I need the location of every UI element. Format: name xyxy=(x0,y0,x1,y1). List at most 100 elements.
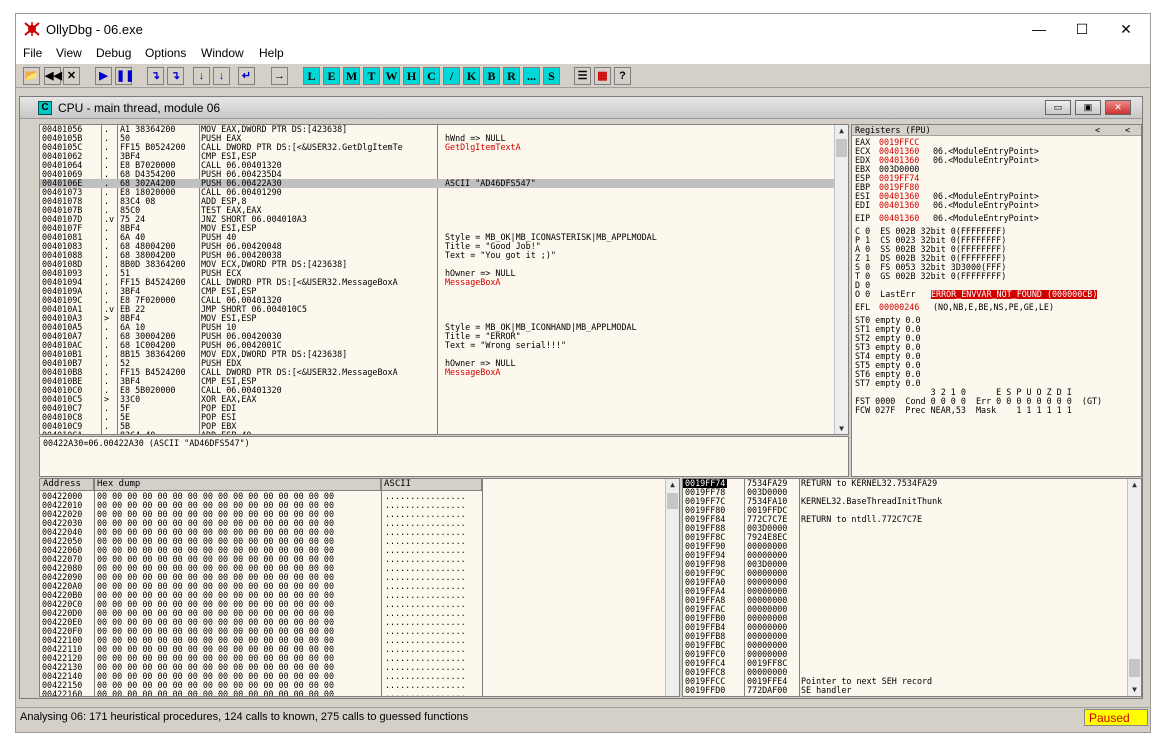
call-stack-window-button[interactable]: K xyxy=(463,67,480,85)
help-icon[interactable]: ? xyxy=(614,67,631,85)
register-note: 06.<ModuleEntryPoint> xyxy=(933,155,1039,165)
step-into-icon[interactable]: ↴ xyxy=(147,67,164,85)
cpu-icon: C xyxy=(38,101,52,115)
maximize-button[interactable]: ☐ xyxy=(1059,14,1105,44)
memory-window-button[interactable]: M xyxy=(343,67,360,85)
disasm-instruction: CALL DWORD PTR DS:[<&USER32.GetDlgItemTe xyxy=(201,143,403,152)
dump-hex-header[interactable]: Hex dump xyxy=(94,479,381,491)
register-note: 06.<ModuleEntryPoint> xyxy=(933,213,1039,223)
cpu-close-button[interactable]: ✕ xyxy=(1105,100,1131,115)
minimize-button[interactable]: — xyxy=(1016,14,1062,44)
modules-window-button[interactable]: E xyxy=(323,67,340,85)
disasm-row[interactable]: 004010C0. E8 5B020000 CALL 06.00401320 xyxy=(40,386,835,395)
flag-row[interactable]: T 0 GS 002B 32bit 0(FFFFFFFF) xyxy=(855,272,1141,281)
windows-window-button[interactable]: W xyxy=(383,67,400,85)
scroll-up-icon[interactable]: ▲ xyxy=(835,125,848,137)
registers-next-icon[interactable]: < xyxy=(1125,126,1130,135)
cpu-window-button[interactable]: C xyxy=(423,67,440,85)
ollydbg-bug-icon xyxy=(24,22,40,36)
disasm-row[interactable]: 004010C7. 5F POP EDI xyxy=(40,404,835,413)
disasm-row[interactable]: 004010B8. FF15 B4524200 CALL DWORD PTR DS:… xyxy=(40,368,835,377)
scroll-up-icon[interactable]: ▲ xyxy=(666,479,679,491)
disasm-instruction: PUSH 40 xyxy=(201,233,237,242)
list-icon[interactable]: ☰ xyxy=(574,67,591,85)
disasm-row[interactable]: 00401094. FF15 B4524200 CALL DWORD PTR DS:… xyxy=(40,278,835,287)
disasm-row[interactable]: 004010A3 >8BF4 MOV ESI,ESP xyxy=(40,314,835,323)
register-row[interactable]: EIP 00401360 06.<ModuleEntryPoint> xyxy=(855,214,1141,223)
hex-dump-pane[interactable]: Address Hex dump ASCII 00422000 00 00 00 … xyxy=(39,478,680,697)
close-program-icon[interactable]: ✕ xyxy=(63,67,80,85)
dump-row[interactable]: 00422160 00 00 00 00 00 00 00 00 00 00 00… xyxy=(40,690,665,697)
disasm-row[interactable]: 00401056. A1 38364200 MOV EAX,DWORD PTR DS… xyxy=(40,125,835,134)
references-window-button[interactable]: R xyxy=(503,67,520,85)
menu-window[interactable]: Window xyxy=(201,46,244,60)
appearance-icon[interactable]: ▦ xyxy=(594,67,611,85)
disassembly-scrollbar[interactable]: ▲ ▼ xyxy=(834,125,848,434)
disassembly-pane[interactable]: 00401056. A1 38364200 MOV EAX,DWORD PTR DS… xyxy=(39,124,849,435)
menu-view[interactable]: View xyxy=(56,46,82,60)
menu-options[interactable]: Options xyxy=(145,46,186,60)
disasm-row[interactable]: 0040107F. 8BF4 MOV ESI,ESP xyxy=(40,224,835,233)
scroll-thumb[interactable] xyxy=(667,493,678,509)
stack-row[interactable]: 0019FFD0 772DAF00 SE handler xyxy=(683,686,1128,695)
pause-icon[interactable]: ❚❚ xyxy=(115,67,134,85)
go-to-icon[interactable]: → xyxy=(271,67,288,85)
disasm-row[interactable]: 0040109C. E8 7F020000 CALL 06.00401320 xyxy=(40,296,835,305)
threads-window-button[interactable]: T xyxy=(363,67,380,85)
disasm-row[interactable]: 00401078. 83C4 08 ADD ESP,8 xyxy=(40,197,835,206)
disasm-row[interactable]: 004010B1. 8B15 38364200 MOV EDX,DWORD PTR … xyxy=(40,350,835,359)
disasm-instruction: PUSH 06.0042001C xyxy=(201,341,282,350)
disasm-row[interactable]: 004010CA. 83C4 40 ADD ESP,40 xyxy=(40,431,835,435)
restart-icon[interactable]: ◀◀ xyxy=(44,67,62,85)
log-window-button[interactable]: L xyxy=(303,67,320,85)
efl-row[interactable]: EFL 00000246 (NO,NB,E,BE,NS,PE,GE,LE) xyxy=(855,303,1141,312)
menu-file[interactable]: File xyxy=(23,46,42,60)
breakpoints-window-button[interactable]: B xyxy=(483,67,500,85)
step-over-icon[interactable]: ↴ xyxy=(167,67,184,85)
dump-ascii-header[interactable]: ASCII xyxy=(381,479,482,491)
disasm-instruction: POP EDI xyxy=(201,404,237,413)
register-row[interactable]: EDI 00401360 06.<ModuleEntryPoint> xyxy=(855,201,1141,210)
scroll-up-icon[interactable]: ▲ xyxy=(1128,479,1141,491)
handles-window-button[interactable]: H xyxy=(403,67,420,85)
stack-pane[interactable]: 0019FF74 7534FA29 RETURN to KERNEL32.7534F… xyxy=(682,478,1142,697)
disasm-row[interactable]: 0040107D .v 75 24 JNZ SHORT 06.004010A3 xyxy=(40,215,835,224)
trace-into-icon[interactable]: ↓ xyxy=(193,67,210,85)
disasm-row[interactable]: 004010C8. 5E POP ESI xyxy=(40,413,835,422)
menu-help[interactable]: Help xyxy=(259,46,284,60)
scroll-down-icon[interactable]: ▼ xyxy=(1128,684,1141,696)
scroll-down-icon[interactable]: ▼ xyxy=(835,423,848,434)
cpu-restore-button[interactable]: ▣ xyxy=(1075,100,1101,115)
fpu-row[interactable]: FCW 027F Prec NEAR,53 Mask 1 1 1 1 1 1 xyxy=(855,406,1141,415)
dump-scrollbar[interactable]: ▲ xyxy=(665,479,679,696)
disasm-comment: ASCII "AD46DFS547" xyxy=(445,178,536,188)
open-file-icon[interactable]: 📂 xyxy=(23,67,40,85)
execute-till-return-icon[interactable]: ↵ xyxy=(238,67,255,85)
patches-window-button[interactable]: / xyxy=(443,67,460,85)
scroll-thumb[interactable] xyxy=(836,139,847,157)
disasm-row[interactable]: 004010C5 >33C0 XOR EAX,EAX xyxy=(40,395,835,404)
disasm-row[interactable]: 0040107B. 85C0 TEST EAX,EAX xyxy=(40,206,835,215)
disasm-instruction: PUSH ECX xyxy=(201,269,242,278)
disasm-row[interactable]: 0040105C. FF15 B0524200 CALL DWORD PTR DS:… xyxy=(40,143,835,152)
registers-pane[interactable]: Registers (FPU) < < EAX 0019FFCC ECX 004013… xyxy=(851,124,1142,477)
trace-over-icon[interactable]: ↓ xyxy=(213,67,230,85)
registers-prev-icon[interactable]: < xyxy=(1095,126,1100,135)
stack-scrollbar[interactable]: ▲ ▼ xyxy=(1127,479,1141,696)
disasm-row[interactable]: 0040108D. 8B0D 38364200 MOV ECX,DWORD PTR … xyxy=(40,260,835,269)
scroll-thumb[interactable] xyxy=(1129,659,1140,677)
source-window-button[interactable]: S xyxy=(543,67,560,85)
run-trace-window-button[interactable]: ... xyxy=(523,67,540,85)
disasm-instruction: PUSH 06.00422A30 xyxy=(201,179,282,188)
close-button[interactable]: ✕ xyxy=(1103,14,1149,44)
disasm-instruction: CMP ESI,ESP xyxy=(201,287,257,296)
menu-debug[interactable]: Debug xyxy=(96,46,131,60)
disasm-row[interactable]: 00401073. E8 18020000 CALL 06.00401290 xyxy=(40,188,835,197)
cpu-minimize-button[interactable]: ▭ xyxy=(1045,100,1071,115)
run-icon[interactable]: ▶ xyxy=(95,67,112,85)
dump-address-header[interactable]: Address xyxy=(40,479,94,491)
lasterr-row[interactable]: O 0 LastErr ERROR_ENVVAR_NOT_FOUND (00000… xyxy=(855,290,1141,299)
disasm-row[interactable]: 004010A1 .v EB 22 JMP SHORT 06.004010C5 xyxy=(40,305,835,314)
disasm-instruction: JNZ SHORT 06.004010A3 xyxy=(201,215,307,224)
disasm-row[interactable]: 004010C9. 5B POP EBX xyxy=(40,422,835,431)
